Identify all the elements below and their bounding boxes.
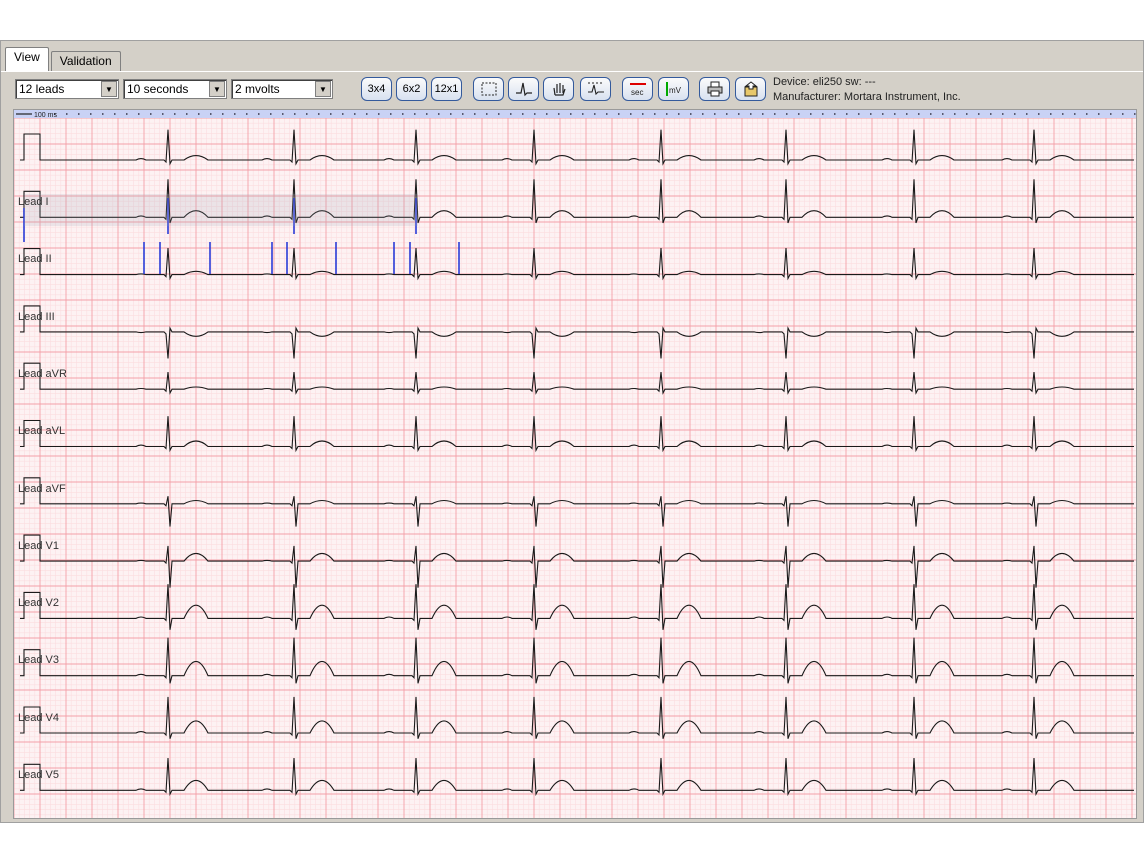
amplitude-scale-button[interactable]: mV [658, 77, 689, 101]
lead-label: Lead III [18, 310, 55, 323]
lead-label: Lead aVF [18, 482, 66, 495]
gain-select-value: 2 mvolts [235, 82, 280, 96]
export-icon [744, 81, 758, 97]
device-line: Device: eli250 sw: --- [773, 76, 876, 88]
chevron-down-icon[interactable]: ▼ [315, 81, 331, 97]
time-scale-label: sec [631, 88, 643, 97]
ecg-waveform-panel[interactable]: 100 ms Lead I Lead II Lead III Lead aVR Lead… [13, 109, 1137, 819]
measure-button[interactable] [580, 77, 611, 101]
pan-hand-icon [553, 83, 566, 96]
ecg-waveform-canvas[interactable]: 100 ms [14, 110, 1136, 818]
tab-validation[interactable]: Validation [50, 51, 121, 71]
time-scale-button[interactable]: sec [622, 77, 653, 101]
amplitude-label: mV [669, 86, 682, 95]
zoom-icon [481, 82, 497, 96]
layout-3x4-button[interactable]: 3x4 [361, 77, 392, 101]
lead-label: Lead V3 [18, 654, 59, 667]
time-scale-icon: sec [630, 83, 646, 97]
duration-select-value: 10 seconds [127, 82, 189, 96]
tab-bar: View Validation [5, 47, 123, 72]
print-button[interactable] [699, 77, 730, 101]
chevron-down-icon[interactable]: ▼ [209, 81, 225, 97]
tab-view[interactable]: View [5, 47, 49, 72]
duration-select[interactable]: 10 seconds ▼ [123, 79, 227, 99]
gain-select[interactable]: 2 mvolts ▼ [231, 79, 333, 99]
lead-label: Lead V1 [18, 539, 59, 552]
time-ruler [14, 110, 1136, 118]
device-info: Device: eli250 sw: --- Manufacturer: Mor… [773, 75, 961, 105]
leads-select[interactable]: 12 leads ▼ [15, 79, 119, 99]
lead-label: Lead V2 [18, 597, 59, 610]
measure-icon [588, 82, 604, 96]
ecg-viewer-window: View Validation 12 leads ▼ 10 seconds ▼ … [0, 40, 1144, 823]
lead-label: Lead I [18, 196, 49, 208]
lead-label: Lead II [18, 253, 52, 266]
chevron-down-icon[interactable]: ▼ [101, 81, 117, 97]
layout-6x2-button[interactable]: 6x2 [396, 77, 427, 101]
print-icon [707, 81, 723, 97]
amplitude-scale-icon: mV [666, 82, 682, 96]
export-button[interactable] [735, 77, 766, 101]
selection-highlight[interactable] [24, 194, 418, 226]
zoom-button[interactable] [473, 77, 504, 101]
scale-marker: 100 ms [34, 112, 57, 119]
lead-label: Lead V4 [18, 711, 59, 724]
median-beat-button[interactable] [508, 77, 539, 101]
median-beat-icon [516, 82, 532, 97]
leads-select-value: 12 leads [19, 82, 65, 96]
pan-button[interactable] [543, 77, 574, 101]
tab-divider [1, 71, 1143, 72]
manufacturer-line: Manufacturer: Mortara Instrument, Inc. [773, 91, 961, 103]
layout-12x1-button[interactable]: 12x1 [431, 77, 462, 101]
lead-label: Lead aVL [18, 425, 66, 438]
lead-label: Lead V5 [18, 769, 59, 781]
lead-label: Lead aVR [18, 367, 67, 380]
